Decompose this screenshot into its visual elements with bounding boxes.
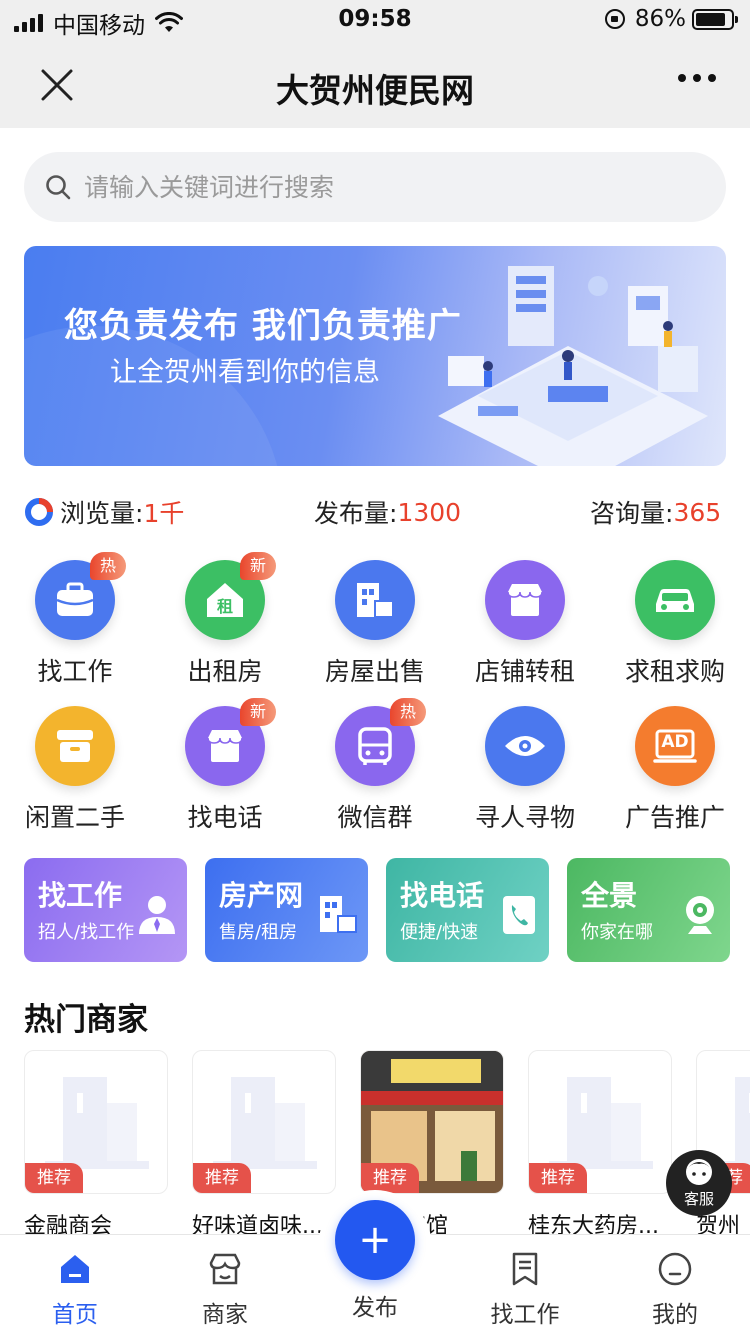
box-icon bbox=[35, 706, 115, 786]
badge: 热 bbox=[90, 552, 127, 580]
promo-title: 全景 bbox=[581, 879, 638, 912]
merchant-placeholder-image: 推荐 bbox=[24, 1050, 168, 1194]
stat-consult: 咨询量: 365 bbox=[590, 494, 721, 530]
merchant-card[interactable]: 推荐 桂东大药房... bbox=[528, 1050, 672, 1240]
category-label: 寻人寻物 bbox=[474, 803, 575, 832]
stats-bar: 浏览量: 1千 发布量: 1300 咨询量: 365 bbox=[24, 494, 726, 534]
pie-chart-icon bbox=[25, 498, 53, 526]
category-label: 找电话 bbox=[187, 803, 263, 832]
customer-service-label: 客服 bbox=[683, 1190, 714, 1208]
recommend-badge: 推荐 bbox=[361, 1163, 419, 1193]
nav-bar: 大贺州便民网 bbox=[0, 44, 750, 128]
hot-merchants-title: 热门商家 bbox=[24, 1002, 148, 1038]
phone-book-icon bbox=[497, 892, 541, 936]
banner-headline: 您负责发布 我们负责推广 bbox=[64, 306, 462, 346]
store-icon bbox=[209, 1253, 241, 1285]
category-0[interactable]: 热找工作 bbox=[0, 552, 150, 695]
category-label: 出租房 bbox=[187, 657, 263, 686]
stat-posts: 发布量: 1300 bbox=[314, 494, 461, 530]
camera-icon bbox=[678, 892, 722, 936]
promo-subtitle: 你家在哪 bbox=[581, 922, 653, 943]
banner-subline: 让全贺州看到你的信息 bbox=[110, 357, 380, 388]
page-title: 大贺州便民网 bbox=[276, 71, 474, 110]
recommend-badge: 推荐 bbox=[193, 1163, 251, 1193]
publish-fab-container: + bbox=[318, 1190, 432, 1304]
category-label: 微信群 bbox=[337, 803, 413, 832]
recommend-badge: 推荐 bbox=[529, 1163, 587, 1193]
bookmark-doc-icon bbox=[512, 1252, 538, 1286]
promo-card-1[interactable]: 房产网售房/租房 bbox=[205, 858, 368, 962]
promo-title: 找工作 bbox=[38, 879, 123, 912]
search-input[interactable] bbox=[84, 172, 664, 202]
customer-service-button[interactable]: 客服 bbox=[666, 1150, 732, 1216]
badge: 新 bbox=[240, 698, 277, 726]
promo-banner[interactable]: 您负责发布 我们负责推广 让全贺州看到你的信息 bbox=[24, 246, 726, 466]
merchant-placeholder-image: 推荐 bbox=[528, 1050, 672, 1194]
battery-percent: 86% bbox=[634, 6, 686, 32]
category-label: 求租求购 bbox=[624, 657, 725, 686]
home-icon bbox=[61, 1255, 89, 1283]
ad-text: AD bbox=[661, 732, 689, 752]
promo-title: 找电话 bbox=[400, 879, 485, 912]
category-label: 店铺转租 bbox=[474, 657, 575, 686]
isometric-city-illustration bbox=[438, 266, 708, 466]
recommend-badge: 推荐 bbox=[25, 1163, 83, 1193]
category-label: 闲置二手 bbox=[24, 803, 125, 832]
promo-subtitle: 售房/租房 bbox=[219, 922, 298, 943]
badge: 新 bbox=[240, 552, 277, 580]
category-9[interactable]: AD 广告推广 bbox=[600, 706, 750, 841]
category-1[interactable]: 租新出租房 bbox=[150, 552, 300, 695]
merchant-photo: 推荐 bbox=[360, 1050, 504, 1194]
consult-value: 365 bbox=[673, 497, 722, 527]
promo-title: 房产网 bbox=[219, 879, 304, 912]
merchant-card[interactable]: 推荐 金融商会 bbox=[24, 1050, 168, 1240]
category-8[interactable]: 寻人寻物 bbox=[450, 706, 600, 841]
status-bar: 中国移动 09:58 86% bbox=[0, 0, 750, 44]
consult-label: 咨询量: bbox=[590, 499, 674, 528]
more-icon[interactable] bbox=[678, 74, 716, 82]
category-label: 房屋出售 bbox=[324, 657, 425, 686]
car-icon bbox=[635, 560, 715, 640]
category-4[interactable]: 求租求购 bbox=[600, 560, 750, 695]
promo-subtitle: 便捷/快速 bbox=[400, 922, 479, 943]
category-3[interactable]: 店铺转租 bbox=[450, 560, 600, 695]
promo-cards: 找工作 招人/找工作 房产网 售房/租房 找电话 便捷/快速 全景 你家在哪 bbox=[24, 858, 730, 962]
category-7[interactable]: 热微信群 bbox=[300, 698, 450, 841]
posts-value: 1300 bbox=[397, 497, 462, 527]
search-bar[interactable] bbox=[24, 152, 726, 222]
rotation-lock-icon bbox=[604, 9, 625, 29]
svg-text:租: 租 bbox=[217, 597, 233, 616]
promo-card-3[interactable]: 全景 你家在哪 bbox=[567, 858, 730, 962]
category-5[interactable]: 闲置二手 bbox=[0, 706, 150, 841]
battery-icon bbox=[692, 8, 738, 30]
merchant-card[interactable]: 推荐 好味道卤味... bbox=[192, 1050, 336, 1240]
posts-label: 发布量: bbox=[314, 499, 398, 528]
agent-avatar-icon bbox=[686, 1159, 712, 1185]
person-icon bbox=[135, 892, 179, 936]
merchant-placeholder-image: 推荐 bbox=[192, 1050, 336, 1194]
category-2[interactable]: 房屋出售 bbox=[300, 560, 450, 695]
publish-button[interactable]: + bbox=[335, 1200, 415, 1280]
promo-card-0[interactable]: 找工作招人/找工作 bbox=[24, 858, 187, 962]
category-label: 找工作 bbox=[37, 657, 113, 686]
building-icon bbox=[335, 560, 415, 640]
search-icon bbox=[46, 175, 71, 200]
app-page: 中国移动 09:58 86% 大贺州便民网 您负责发 bbox=[0, 0, 750, 1334]
category-label: 广告推广 bbox=[624, 803, 725, 832]
views-label: 浏览量: bbox=[60, 499, 144, 528]
publish-label: 发布 bbox=[352, 1295, 398, 1321]
badge: 热 bbox=[390, 698, 427, 726]
promo-card-2[interactable]: 找电话便捷/快速 bbox=[386, 858, 549, 962]
ad-icon: AD bbox=[635, 706, 715, 786]
shop-icon bbox=[485, 560, 565, 640]
status-bar-right: 86% bbox=[604, 6, 738, 32]
views-value: 1千 bbox=[143, 499, 185, 528]
stat-views: 浏览量: 1千 bbox=[24, 494, 184, 530]
promo-subtitle: 招人/找工作 bbox=[38, 922, 135, 943]
banner-decoration bbox=[24, 326, 284, 466]
eye-icon bbox=[485, 706, 565, 786]
category-6[interactable]: 新找电话 bbox=[150, 698, 300, 841]
smile-icon bbox=[658, 1252, 692, 1286]
building-icon bbox=[316, 892, 360, 936]
